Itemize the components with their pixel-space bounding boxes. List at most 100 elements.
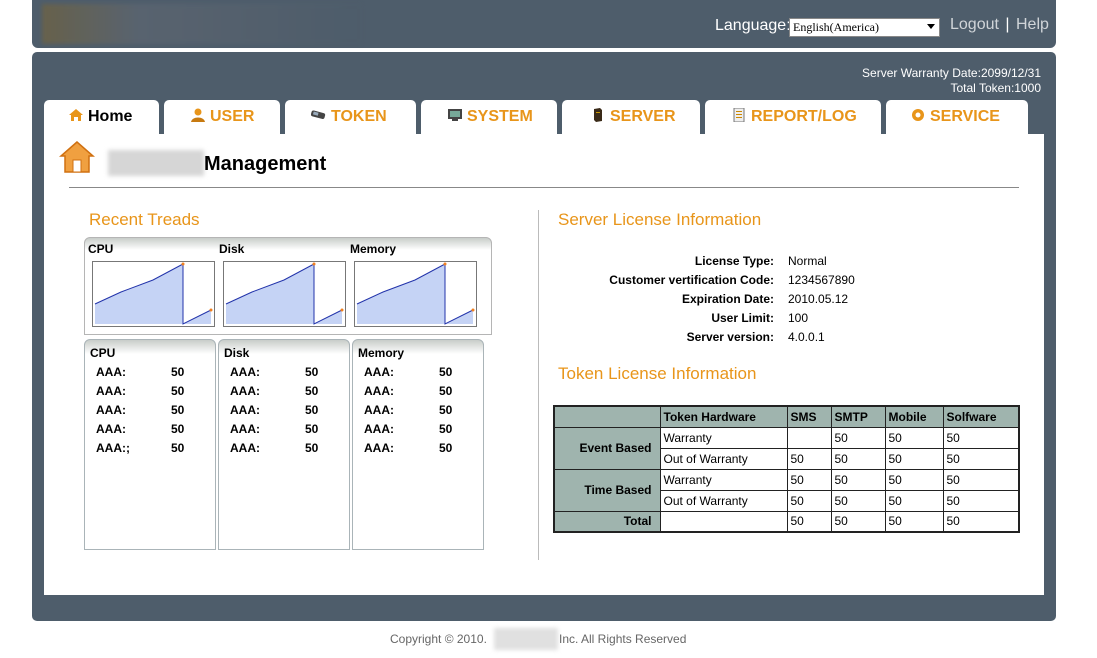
tab-system[interactable]: SYSTEM <box>421 100 557 134</box>
chart-label-cpu: CPU <box>88 242 114 256</box>
stat-value: 50 <box>439 403 453 417</box>
logout-link[interactable]: Logout <box>950 16 999 33</box>
divider <box>69 187 1019 188</box>
total-token: Total Token:1000 <box>950 81 1041 95</box>
help-link[interactable]: Help <box>1016 16 1049 33</box>
stat-row: AAA: 50 <box>230 403 340 417</box>
main-frame: Server Warranty Date:2099/12/31 Total To… <box>32 52 1056 621</box>
tab-label: Home <box>88 108 133 125</box>
table-header: Token Hardware <box>659 405 788 428</box>
stat-value: 50 <box>171 365 185 379</box>
tab-service[interactable]: SERVICE <box>886 100 1028 134</box>
tab-label: TOKEN <box>331 108 387 125</box>
row-label: Out of Warranty <box>659 447 788 470</box>
stat-row: AAA: 50 <box>364 422 474 436</box>
page-title: Management <box>204 153 327 175</box>
gear-icon <box>912 109 924 121</box>
license-value: 4.0.0.1 <box>788 330 825 344</box>
total-label: Total <box>553 510 661 533</box>
license-value: Normal <box>788 254 827 268</box>
language-select[interactable]: English(America) <box>789 18 940 37</box>
table-cell: 50 <box>884 447 944 470</box>
table-cell: 50 <box>942 468 1020 491</box>
license-key: License Type: <box>694 254 774 268</box>
table-cell: 50 <box>786 510 832 533</box>
language-select-value: English(America) <box>793 20 879 34</box>
language-label: Language: <box>715 17 791 34</box>
stat-value: 50 <box>171 422 185 436</box>
table-header: Mobile <box>884 405 944 428</box>
stat-row: AAA: 50 <box>230 384 340 398</box>
stat-key: AAA: <box>230 384 260 398</box>
stat-row: AAA: 50 <box>230 441 340 455</box>
stats-title: CPU <box>90 346 116 360</box>
tab-label: SERVICE <box>930 108 1000 125</box>
stat-value: 50 <box>171 441 185 455</box>
stat-value: 50 <box>439 384 453 398</box>
stat-row: AAA: 50 <box>96 365 206 379</box>
stat-key: AAA: <box>230 441 260 455</box>
top-header: Language: English(America) Logout | Help <box>32 0 1056 48</box>
memory-stats-panel: Memory AAA: 50 AAA: 50 AAA: 50 AAA: 50 AAA: 5… <box>352 339 484 550</box>
warranty-info: Server Warranty Date:2099/12/31 Total To… <box>862 66 1041 96</box>
table-cell: 50 <box>942 447 1020 470</box>
table-cell: 50 <box>884 468 944 491</box>
stat-key: AAA: <box>96 422 126 436</box>
table-cell: 50 <box>786 489 832 512</box>
tab-token[interactable]: TOKEN <box>285 100 416 134</box>
table-cell: 50 <box>884 489 944 512</box>
table-cell: 50 <box>830 489 886 512</box>
token-license-title: Token License Information <box>558 364 757 383</box>
stat-key: AAA: <box>364 365 394 379</box>
stat-value: 50 <box>305 384 319 398</box>
table-cell: 50 <box>786 447 832 470</box>
stat-key: AAA: <box>364 422 394 436</box>
table-cell: 50 <box>786 468 832 491</box>
chart-label-memory: Memory <box>350 242 397 256</box>
chart-label-disk: Disk <box>219 242 245 256</box>
stat-key: AAA: <box>96 384 126 398</box>
table-cell: 50 <box>942 426 1020 449</box>
table-header: SMTP <box>830 405 886 428</box>
stat-key: AAA: <box>364 384 394 398</box>
copyright-text: Copyright © 2010. <box>390 632 487 646</box>
stat-value: 50 <box>171 403 185 417</box>
table-cell <box>786 426 832 449</box>
stat-value: 50 <box>439 365 453 379</box>
license-key: Customer vertification Code: <box>609 273 774 287</box>
stat-row: AAA: 50 <box>96 422 206 436</box>
stat-row: AAA: 50 <box>364 441 474 455</box>
table-header: Solfware <box>942 405 1020 428</box>
stat-row: AAA: 50 <box>364 384 474 398</box>
table-row: Event Based Warranty 50 50 50 <box>553 426 1020 470</box>
server-license-title: Server License Information <box>558 210 762 229</box>
tab-user[interactable]: USER <box>164 100 280 134</box>
trend-charts-panel: CPU Disk Memory <box>84 237 492 335</box>
stat-row: AAA:; 50 <box>96 441 206 455</box>
tab-report-log[interactable]: REPORT/LOG <box>705 100 881 134</box>
license-value: 100 <box>788 311 809 325</box>
chevron-down-icon <box>927 24 935 29</box>
table-cell: 50 <box>830 426 886 449</box>
table-cell: 50 <box>884 510 944 533</box>
top-links: Logout | Help <box>950 16 1049 34</box>
stat-row: AAA: 50 <box>364 403 474 417</box>
home-icon <box>69 109 83 121</box>
brand-logo <box>42 4 362 44</box>
stats-title: Memory <box>358 346 405 360</box>
blurred-product-name <box>108 150 204 176</box>
stat-value: 50 <box>439 422 453 436</box>
tab-home[interactable]: Home <box>44 100 159 136</box>
stat-row: AAA: 50 <box>96 403 206 417</box>
tab-label: REPORT/LOG <box>751 108 857 125</box>
link-separator: | <box>1005 16 1010 33</box>
license-key: User Limit: <box>711 311 774 325</box>
monitor-icon <box>448 109 462 121</box>
server-icon <box>594 108 602 122</box>
tab-server[interactable]: SERVER <box>562 100 700 134</box>
table-header-row: Token Hardware SMS SMTP Mobile Solfware <box>553 405 1020 428</box>
server-license-labels: License Type: Customer vertification Cod… <box>554 254 774 354</box>
stat-key: AAA: <box>230 403 260 417</box>
table-row: Time Based Warranty 50 50 50 50 <box>553 468 1020 512</box>
license-value: 2010.05.12 <box>788 292 849 306</box>
